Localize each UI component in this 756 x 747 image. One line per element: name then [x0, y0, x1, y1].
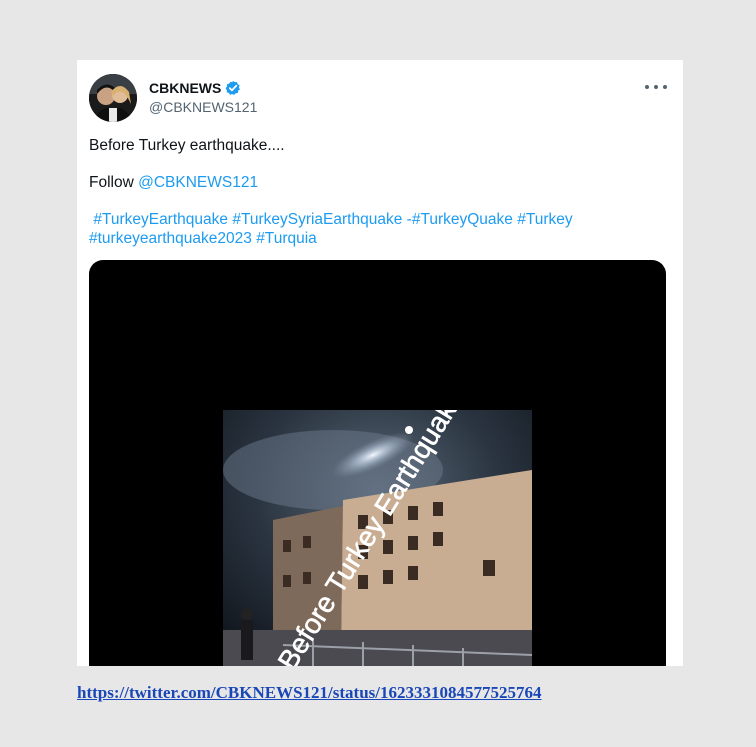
more-options-icon[interactable]	[645, 78, 667, 96]
hashtag-line-1: #TurkeyEarthquake #TurkeySyriaEarthquake…	[89, 210, 667, 229]
display-name[interactable]: CBKNEWS	[149, 80, 241, 96]
hashtag-line-2: #turkeyearthquake2023 #Turquia	[89, 229, 667, 248]
source-url-link[interactable]: https://twitter.com/CBKNEWS121/status/16…	[77, 683, 542, 703]
hashtag-link[interactable]: #TurkeyEarthquake	[93, 211, 228, 228]
hashtag-link[interactable]: #TurkeyQuake	[412, 211, 513, 228]
display-name-text[interactable]: CBKNEWS	[149, 80, 221, 96]
video-media[interactable]: Before Turkey Earthquake	[89, 260, 666, 666]
video-frame[interactable]: Before Turkey Earthquake	[223, 410, 532, 666]
hashtag-link[interactable]: #Turkey	[517, 211, 572, 228]
tweet-card: CBKNEWS @CBKNEWS121 Before Turkey earthq…	[77, 60, 683, 666]
tweet-text: Before Turkey earthquake.... Follow @CBK…	[89, 136, 667, 248]
follow-prefix: Follow	[89, 174, 139, 191]
follow-line: Follow @CBKNEWS121	[89, 173, 667, 192]
avatar[interactable]	[89, 74, 137, 122]
tweet-text-line: Before Turkey earthquake....	[89, 137, 285, 154]
hashtag-link[interactable]: #TurkeySyriaEarthquake	[232, 211, 402, 228]
mention-link[interactable]: @CBKNEWS121	[138, 174, 258, 191]
user-handle[interactable]: @CBKNEWS121	[149, 99, 257, 115]
verified-badge-icon	[225, 80, 241, 96]
hashtag-link[interactable]: #Turquia	[256, 230, 317, 247]
hashtag-link[interactable]: #turkeyearthquake2023	[89, 230, 252, 247]
